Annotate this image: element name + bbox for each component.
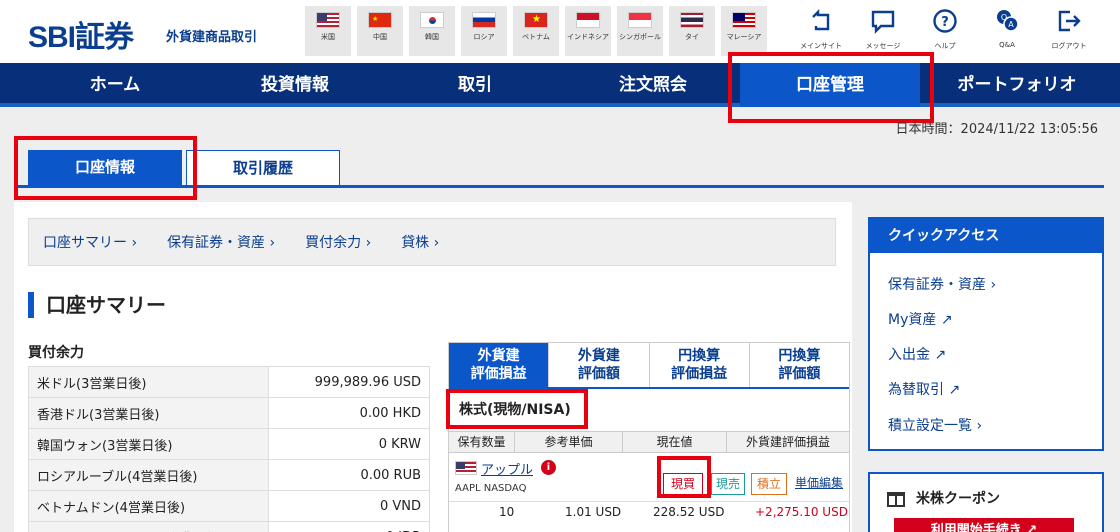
message-icon xyxy=(871,10,895,34)
singapore-flag-icon xyxy=(628,12,652,28)
link-buying-power[interactable]: 買付余力 › xyxy=(305,232,371,252)
nav-trade[interactable]: 取引 xyxy=(400,63,550,107)
logo[interactable]: SBI証券 xyxy=(28,12,134,56)
info-icon[interactable]: i xyxy=(541,460,556,475)
sell-button[interactable]: 現売 xyxy=(711,473,745,495)
quick-access-panel: クイックアクセス 保有証券・資産 › My資産 ↗ 入出金 ↗ 為替取引 ↗ 積… xyxy=(868,217,1104,451)
coupon-start-button[interactable]: 利用開始手続き ↗ xyxy=(894,518,1074,532)
quick-access-title: クイックアクセス xyxy=(870,219,1102,253)
accumulate-button[interactable]: 積立 xyxy=(751,473,787,495)
tab-fx-pl[interactable]: 外貨建 評価損益 xyxy=(449,343,550,387)
us-flag-icon xyxy=(455,461,477,475)
market-indonesia[interactable]: インドネシア xyxy=(565,6,611,56)
link-holdings[interactable]: 保有証券・資産 › xyxy=(167,232,275,252)
highlight-tab-account-info xyxy=(14,136,197,200)
logout-icon xyxy=(1058,10,1081,32)
nav-home[interactable]: ホーム xyxy=(40,63,190,107)
logo-subtitle: 外貨建商品取引 xyxy=(166,30,258,45)
qa-link-my-assets[interactable]: My資産 ↗ xyxy=(888,309,953,329)
tab-jpy-value[interactable]: 円換算 評価額 xyxy=(749,343,849,387)
table-row: 米ドル(3営業日後) 999,989.96 USD xyxy=(28,366,430,398)
market-flags: 米国 ★ 中国 韓国 ロシア ★ ベトナム インドネシア シンガポール タイ マ… xyxy=(305,6,767,56)
highlight-buy-button xyxy=(657,456,711,498)
table-row: 韓国ウォン(3営業日後) 0 KRW xyxy=(28,428,430,460)
page-title: 口座サマリー xyxy=(28,292,166,318)
japan-time: 日本時間：2024/11/22 13:05:56 xyxy=(895,122,1098,137)
holding-row: アップル i AAPL NASDAQ 現買 現売 積立 単価編集 10 1.01… xyxy=(449,453,849,523)
malaysia-flag-icon xyxy=(732,12,756,28)
market-russia[interactable]: ロシア xyxy=(461,6,507,56)
svg-text:Q: Q xyxy=(1001,13,1007,22)
stock-ticker: AAPL NASDAQ xyxy=(455,483,527,494)
coupon-icon xyxy=(887,492,905,507)
buying-power-table: 米ドル(3営業日後) 999,989.96 USD 香港ドル(3営業日後) 0.00… xyxy=(28,366,430,532)
main-nav: ホーム 投資情報 取引 注文照会 口座管理 ポートフォリオ xyxy=(0,63,1120,107)
market-china[interactable]: ★ 中国 xyxy=(357,6,403,56)
buying-power-title: 買付余力 xyxy=(28,345,84,361)
stock-name-link[interactable]: アップル xyxy=(481,459,533,478)
valuation-tabs: 外貨建 評価損益 外貨建 評価額 円換算 評価損益 円換算 評価額 xyxy=(449,343,849,389)
valuation-panel: 外貨建 評価損益 外貨建 評価額 円換算 評価損益 円換算 評価額 株式(現物/NISA… xyxy=(448,342,850,532)
nav-investment-info[interactable]: 投資情報 xyxy=(220,63,370,107)
korea-flag-icon xyxy=(420,12,444,28)
qa-link-holdings[interactable]: 保有証券・資産 › xyxy=(888,274,996,294)
indonesia-flag-icon xyxy=(576,12,600,28)
nav-portfolio[interactable]: ポートフォリオ xyxy=(932,63,1102,107)
logout-button[interactable]: ログアウト xyxy=(1038,8,1100,58)
vietnam-flag-icon: ★ xyxy=(524,12,548,28)
help-button[interactable]: ? ヘルプ xyxy=(914,8,976,58)
highlight-stock-label xyxy=(446,389,588,429)
tab-trade-history[interactable]: 取引履歴 xyxy=(186,150,340,185)
market-malaysia[interactable]: マレーシア xyxy=(721,6,767,56)
russia-flag-icon xyxy=(472,12,496,28)
china-flag-icon: ★ xyxy=(368,12,392,28)
table-row: 香港ドル(3営業日後) 0.00 HKD xyxy=(28,397,430,429)
help-icon: ? xyxy=(933,9,957,33)
account-summary-card: 口座サマリー 買付余力 米ドル(3営業日後) 999,989.96 USD 香港ド… xyxy=(14,282,852,532)
market-korea[interactable]: 韓国 xyxy=(409,6,455,56)
main-site-button[interactable]: メインサイト xyxy=(790,8,852,58)
message-button[interactable]: メッセージ xyxy=(852,8,914,58)
qa-icon: QA xyxy=(997,10,1019,32)
qa-button[interactable]: QA Q&A xyxy=(976,8,1038,58)
header: SBI証券 外貨建商品取引 米国 ★ 中国 韓国 ロシア ★ ベトナム インドネ… xyxy=(0,0,1120,63)
link-account-summary[interactable]: 口座サマリー › xyxy=(43,232,137,252)
table-row: ロシアルーブル(4営業日後) 0.00 RUB xyxy=(28,459,430,491)
coupon-title: 米株クーポン xyxy=(916,491,1000,507)
market-singapore[interactable]: シンガポール xyxy=(617,6,663,56)
account-links: 口座サマリー › 保有証券・資産 › 買付余力 › 貸株 › xyxy=(28,218,836,266)
qa-link-fx-trade[interactable]: 為替取引 ↗ xyxy=(888,379,960,399)
svg-text:A: A xyxy=(1008,20,1014,29)
account-links-card: 口座サマリー › 保有証券・資産 › 買付余力 › 貸株 › xyxy=(14,202,852,282)
svg-text:?: ? xyxy=(941,15,949,30)
thailand-flag-icon xyxy=(680,12,704,28)
market-us[interactable]: 米国 xyxy=(305,6,351,56)
table-row: ベトナムドン(4営業日後) 0 VND xyxy=(28,490,430,522)
market-thailand[interactable]: タイ xyxy=(669,6,715,56)
highlight-nav-account xyxy=(728,52,934,123)
tab-jpy-pl[interactable]: 円換算 評価損益 xyxy=(649,343,750,387)
edit-price-link[interactable]: 単価編集 xyxy=(791,473,847,495)
holdings-header: 保有数量 参考単価 現在値 外貨建評価損益 xyxy=(449,431,849,453)
us-flag-icon xyxy=(316,12,340,28)
coupon-panel: 米株クーポン 利用開始手続き ↗ xyxy=(868,472,1104,532)
main-site-icon xyxy=(812,9,830,31)
tab-fx-value[interactable]: 外貨建 評価額 xyxy=(549,343,650,387)
qa-link-accumulation-list[interactable]: 積立設定一覧 › xyxy=(888,415,982,435)
qa-link-deposit-withdraw[interactable]: 入出金 ↗ xyxy=(888,344,946,364)
header-tools: メインサイト メッセージ ? ヘルプ QA Q&A ログアウト xyxy=(790,8,1100,58)
link-stock-lending[interactable]: 貸株 › xyxy=(401,232,439,252)
market-vietnam[interactable]: ★ ベトナム xyxy=(513,6,559,56)
nav-order-inquiry[interactable]: 注文照会 xyxy=(578,63,728,107)
table-row: インドネシアルピア(3営業日後)0 IDR xyxy=(28,521,430,532)
holding-values: 10 1.01 USD 228.52 USD +2,275.10 USD xyxy=(449,501,849,521)
